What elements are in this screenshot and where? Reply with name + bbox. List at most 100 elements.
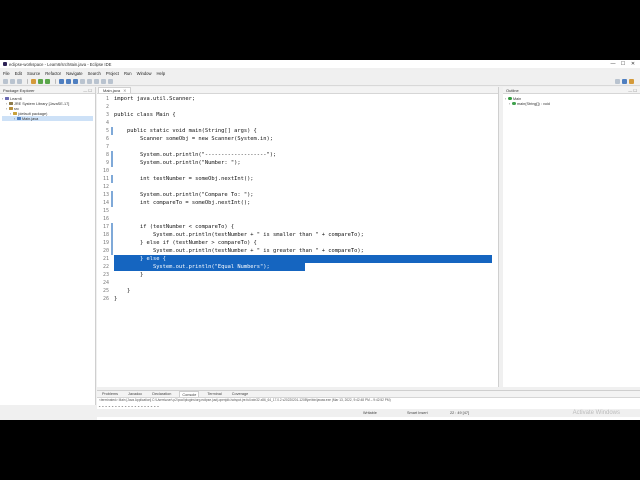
change-marker [111,183,113,191]
menu-window[interactable]: Window [137,71,152,76]
outline-view: Outline — ☐ › Main › main(String[]) : void [503,87,640,387]
change-marker [111,239,113,247]
tab-console[interactable]: Console [179,391,200,397]
editor-tab-main-java[interactable]: Main.java ✕ [98,87,132,93]
code-line[interactable]: 24 [97,279,497,287]
menu-search[interactable]: Search [88,71,101,76]
annotation-nav-icon[interactable] [94,78,99,84]
code-line[interactable]: 4 [97,119,497,127]
code-line[interactable]: 8 System.out.println("------------------… [97,151,497,159]
view-controls[interactable]: — ☐ [83,88,92,93]
menu-refactor[interactable]: Refactor [45,71,61,76]
maximize-button[interactable]: ☐ [618,61,628,67]
code-line[interactable]: 15 [97,207,497,215]
code-line[interactable]: 22 System.out.println("Equal Numbers"); [97,263,497,271]
line-number: 14 [102,200,109,206]
code-line[interactable]: 9 System.out.println("Number: "); [97,159,497,167]
code-line[interactable]: 26} [97,295,497,303]
menu-run[interactable]: Run [124,71,132,76]
run-icon[interactable] [38,78,43,84]
code-line[interactable]: 18 System.out.println(testNumber + " is … [97,231,497,239]
code-line[interactable]: 13 System.out.println("Compare To: "); [97,191,497,199]
code-line[interactable]: 11 int testNumber = someObj.nextInt(); [97,175,497,183]
menu-edit[interactable]: Edit [15,71,22,76]
code-line[interactable]: 3 public class Main { [97,111,497,119]
java-perspective-icon[interactable] [622,78,627,84]
code-line[interactable]: 25 } [97,287,497,295]
change-marker [111,127,113,135]
title-bar: eclipse-workspace - Learn6/src/Main.java… [0,60,640,68]
code-text: if (testNumber < compareTo) { [114,224,235,230]
view-controls[interactable]: — ☐ [628,88,637,93]
line-number: 8 [105,152,109,158]
line-number: 13 [102,192,109,198]
line-number: 25 [102,288,109,294]
line-number: 19 [102,240,109,246]
line-number: 17 [102,224,109,230]
tree-item[interactable]: › Main.java [2,116,93,121]
code-line[interactable]: 17 if (testNumber < compareTo) { [97,223,497,231]
code-line[interactable]: 21 } else { [97,255,497,263]
code-editor[interactable]: Main.java ✕ 1 import java.util.Scanner; 2 3… [97,87,499,387]
tree-item[interactable]: › main(String[]) : void [505,101,638,106]
code-line[interactable]: 20 System.out.println(testNumber + " is … [97,247,497,255]
code-line[interactable]: 16 [97,215,497,223]
menu-file[interactable]: File [3,71,10,76]
open-type-icon[interactable] [80,78,85,84]
tab-problems[interactable]: Problems [100,391,120,397]
new-java-project-icon[interactable] [59,78,64,84]
line-number: 12 [102,184,109,190]
tree-item-label: Main [513,96,522,101]
change-marker [111,215,113,223]
minimize-button[interactable]: — [608,61,618,67]
code-line[interactable]: 12 [97,183,497,191]
outline-tab[interactable]: Outline — ☐ [503,87,640,94]
coverage-icon[interactable] [45,78,50,84]
package-explorer: Package Explorer — ☐ › Learn6 › JRE System … [0,87,96,405]
menu-bar: File Edit Source Refactor Navigate Search Proj… [0,70,640,77]
new-package-icon[interactable] [66,78,71,84]
menu-source[interactable]: Source [27,71,40,76]
status-bar: Writable Smart Insert 22 : 49 [47] [0,409,640,417]
quick-access-icon[interactable] [615,78,620,84]
search-icon[interactable] [87,78,92,84]
package-explorer-tab[interactable]: Package Explorer — ☐ [0,87,95,94]
code-line[interactable]: 5 public static void main(String[] args)… [97,127,497,135]
code-text: public class Main { [114,112,176,118]
tab-terminal[interactable]: Terminal [205,391,223,397]
code-line[interactable]: 10 [97,167,497,175]
eclipse-logo-icon [3,62,7,66]
menu-help[interactable]: Help [157,71,166,76]
line-number: 24 [102,280,109,286]
line-number: 23 [102,272,109,278]
forward-icon[interactable] [108,78,113,84]
close-tab-icon[interactable]: ✕ [123,88,126,93]
new-class-icon[interactable] [73,78,78,84]
tab-coverage[interactable]: Coverage [230,391,250,397]
tab-declaration[interactable]: Declaration [150,391,173,397]
new-icon[interactable] [3,78,8,84]
code-line[interactable]: 14 int compareTo = someObj.nextInt(); [97,199,497,207]
back-icon[interactable] [101,78,106,84]
code-line[interactable]: 1 import java.util.Scanner; [97,95,497,103]
save-all-icon[interactable] [17,78,22,84]
menu-navigate[interactable]: Navigate [66,71,83,76]
window-title: eclipse-workspace - Learn6/src/Main.java… [9,61,112,67]
library-icon [9,101,13,106]
code-line[interactable]: 2 [97,103,497,111]
code-line[interactable]: 23 } [97,271,497,279]
change-marker [111,287,113,295]
code-line[interactable]: 7 [97,143,497,151]
close-button[interactable]: ✕ [628,61,638,67]
save-icon[interactable] [10,78,15,84]
change-marker [111,175,113,183]
code-text: System.out.println("-------------------"… [114,152,277,158]
code-text: } [114,288,131,294]
tab-javadoc[interactable]: Javadoc [126,391,144,397]
debug-perspective-icon[interactable] [629,78,634,84]
menu-project[interactable]: Project [106,71,119,76]
code-line[interactable]: 19 } else if (testNumber > compareTo) { [97,239,497,247]
class-icon [508,96,512,101]
code-line[interactable]: 6 Scanner someObj = new Scanner(System.i… [97,135,497,143]
debug-icon[interactable] [31,78,36,84]
